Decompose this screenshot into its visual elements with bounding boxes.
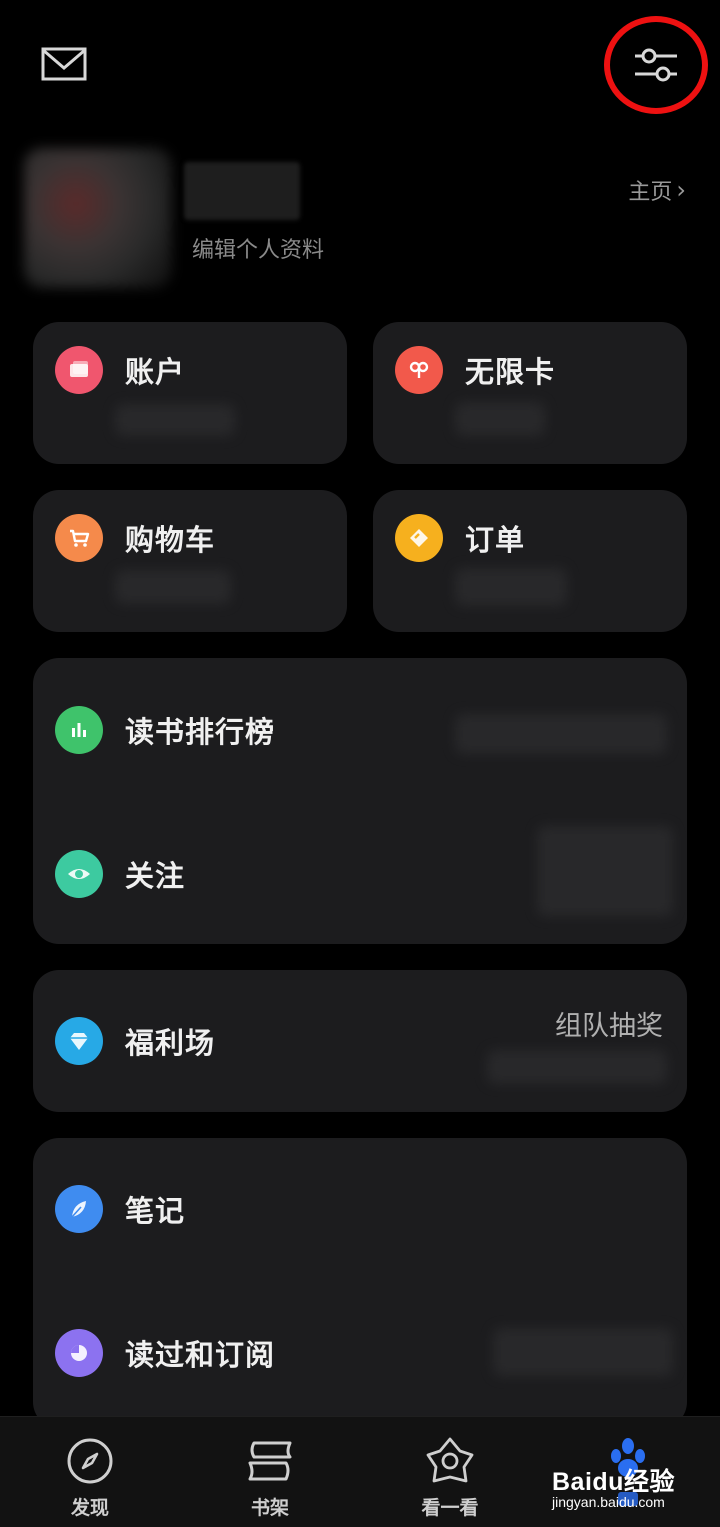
nav-look-label: 看一看 xyxy=(421,1497,479,1519)
settings-button[interactable] xyxy=(604,16,708,114)
chevron-right-icon: › xyxy=(676,176,686,204)
bookshelf-icon xyxy=(248,1441,292,1481)
orders-value-blurred xyxy=(455,568,567,606)
orders-card[interactable]: 订单 xyxy=(373,490,687,632)
profile-header[interactable]: 编辑个人资料 主页 › xyxy=(0,140,720,300)
cart-value-blurred xyxy=(115,570,231,604)
notes-item[interactable]: 笔记 xyxy=(55,1185,185,1233)
welfare-card[interactable]: 福利场 组队抽奖 xyxy=(33,970,687,1112)
ranking-value-blurred xyxy=(455,714,667,754)
read-subscribed-item[interactable]: 读过和订阅 xyxy=(55,1329,275,1377)
username-blurred xyxy=(184,162,300,220)
nav-discover-label: 发现 xyxy=(70,1497,109,1519)
ranking-label: 读书排行榜 xyxy=(125,715,276,749)
unlimited-card-card[interactable]: 无限卡 xyxy=(373,322,687,464)
account-label: 账户 xyxy=(125,355,186,389)
notes-label: 笔记 xyxy=(125,1194,186,1228)
read-subscribed-value-blurred xyxy=(493,1328,673,1376)
cart-card[interactable]: 购物车 xyxy=(33,490,347,632)
home-link[interactable]: 主页 › xyxy=(628,174,686,206)
account-item: 账户 xyxy=(55,346,185,394)
welfare-value-blurred xyxy=(487,1050,667,1084)
edit-profile-link[interactable]: 编辑个人资料 xyxy=(192,232,324,264)
cart-icon xyxy=(55,514,103,562)
nav-bookshelf-label: 书架 xyxy=(250,1497,289,1519)
eye-icon xyxy=(55,850,103,898)
wallet-icon xyxy=(55,346,103,394)
mail-icon[interactable] xyxy=(40,44,88,84)
team-lottery-text: 组队抽奖 xyxy=(555,1011,663,1042)
sliders-icon xyxy=(635,48,677,82)
bar-chart-icon xyxy=(55,706,103,754)
ticket-icon xyxy=(395,514,443,562)
ranking-following-card: 读书排行榜 关注 xyxy=(33,658,687,944)
nav-bookshelf[interactable]: 书架 xyxy=(220,1435,320,1520)
diamond-icon xyxy=(55,1017,103,1065)
welfare-item: 福利场 xyxy=(55,1017,215,1065)
following-item[interactable]: 关注 xyxy=(55,850,185,898)
account-card[interactable]: 账户 xyxy=(33,322,347,464)
following-label: 关注 xyxy=(125,859,186,893)
unlimited-card-value-blurred xyxy=(455,402,545,436)
cart-item: 购物车 xyxy=(55,514,215,562)
compass-icon xyxy=(67,1438,113,1484)
orders-label: 订单 xyxy=(465,523,526,557)
home-link-label: 主页 xyxy=(628,180,673,205)
nav-look[interactable]: 看一看 xyxy=(400,1435,500,1520)
card-infinity-icon xyxy=(395,346,443,394)
avatar[interactable] xyxy=(24,148,172,288)
orders-item: 订单 xyxy=(395,514,525,562)
pie-chart-icon xyxy=(55,1329,103,1377)
unlimited-card-item: 无限卡 xyxy=(395,346,555,394)
account-value-blurred xyxy=(115,404,235,436)
top-bar xyxy=(0,0,720,130)
ranking-item[interactable]: 读书排行榜 xyxy=(55,706,275,754)
nav-discover[interactable]: 发现 xyxy=(40,1435,140,1520)
unlimited-card-label: 无限卡 xyxy=(465,355,556,389)
cart-label: 购物车 xyxy=(125,523,216,557)
feather-icon xyxy=(55,1185,103,1233)
welfare-label: 福利场 xyxy=(125,1026,216,1060)
following-value-blurred xyxy=(537,826,673,916)
watermark-text: Baidu经验 xyxy=(552,1468,675,1496)
read-subscribed-label: 读过和订阅 xyxy=(125,1338,276,1372)
star-of-david-icon xyxy=(426,1437,474,1483)
notes-read-card: 笔记 读过和订阅 xyxy=(33,1138,687,1428)
watermark-url: jingyan.baidu.com xyxy=(552,1494,665,1510)
